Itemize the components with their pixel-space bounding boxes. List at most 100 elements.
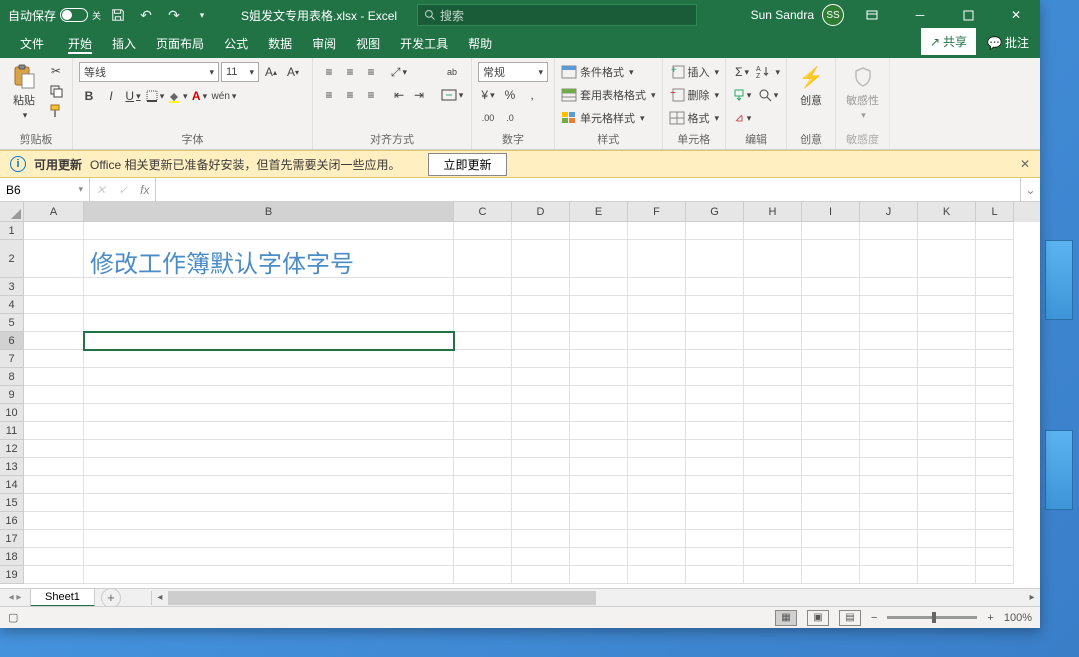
cell-J4[interactable]: [860, 296, 918, 314]
cell-K9[interactable]: [918, 386, 976, 404]
currency-icon[interactable]: ¥▾: [478, 85, 498, 105]
banner-close-icon[interactable]: ✕: [1020, 157, 1030, 171]
cell-H13[interactable]: [744, 458, 802, 476]
cell-E19[interactable]: [570, 566, 628, 584]
sensitivity-button[interactable]: 敏感性▾: [842, 62, 883, 123]
cell-D13[interactable]: [512, 458, 570, 476]
row-header-14[interactable]: 14: [0, 476, 24, 494]
cell-E6[interactable]: [570, 332, 628, 350]
cell-D7[interactable]: [512, 350, 570, 368]
cell-A19[interactable]: [24, 566, 84, 584]
row-header-16[interactable]: 16: [0, 512, 24, 530]
name-box[interactable]: B6▾: [0, 178, 90, 201]
cell-I3[interactable]: [802, 278, 860, 296]
row-header-1[interactable]: 1: [0, 222, 24, 240]
fx-icon[interactable]: fx: [134, 183, 155, 197]
cell-F3[interactable]: [628, 278, 686, 296]
cell-G2[interactable]: [686, 240, 744, 278]
cell-E1[interactable]: [570, 222, 628, 240]
cell-A16[interactable]: [24, 512, 84, 530]
formula-input[interactable]: [156, 178, 1020, 201]
cell-C15[interactable]: [454, 494, 512, 512]
cell-F18[interactable]: [628, 548, 686, 566]
cell-D8[interactable]: [512, 368, 570, 386]
cell-B9[interactable]: [84, 386, 454, 404]
cell-G17[interactable]: [686, 530, 744, 548]
cell-I16[interactable]: [802, 512, 860, 530]
merge-button[interactable]: ▾: [439, 85, 465, 105]
cell-B4[interactable]: [84, 296, 454, 314]
row-header-13[interactable]: 13: [0, 458, 24, 476]
cell-C8[interactable]: [454, 368, 512, 386]
row-header-11[interactable]: 11: [0, 422, 24, 440]
cell-I18[interactable]: [802, 548, 860, 566]
col-header-L[interactable]: L: [976, 202, 1014, 222]
cell-F15[interactable]: [628, 494, 686, 512]
cell-A11[interactable]: [24, 422, 84, 440]
cell-C13[interactable]: [454, 458, 512, 476]
cell-C17[interactable]: [454, 530, 512, 548]
align-middle-icon[interactable]: ≡: [340, 62, 360, 82]
sheet-nav-icon[interactable]: ◂ ▸: [0, 592, 30, 603]
cell-I15[interactable]: [802, 494, 860, 512]
scroll-right-icon[interactable]: ▸: [1024, 592, 1040, 603]
cell-F19[interactable]: [628, 566, 686, 584]
cell-C12[interactable]: [454, 440, 512, 458]
col-header-G[interactable]: G: [686, 202, 744, 222]
cell-G14[interactable]: [686, 476, 744, 494]
cell-K14[interactable]: [918, 476, 976, 494]
row-header-19[interactable]: 19: [0, 566, 24, 584]
cell-A7[interactable]: [24, 350, 84, 368]
cell-K11[interactable]: [918, 422, 976, 440]
format-painter-icon[interactable]: [46, 102, 66, 120]
h-scrollbar[interactable]: [168, 591, 1024, 605]
col-header-D[interactable]: D: [512, 202, 570, 222]
cell-L3[interactable]: [976, 278, 1014, 296]
fill-color-button[interactable]: ▾: [167, 86, 188, 106]
cell-J18[interactable]: [860, 548, 918, 566]
autosave-toggle[interactable]: 自动保存 关: [8, 7, 101, 24]
cell-E8[interactable]: [570, 368, 628, 386]
sheet-tab-sheet1[interactable]: Sheet1: [30, 588, 95, 607]
increase-indent-icon[interactable]: ⇥: [409, 85, 429, 105]
cell-B16[interactable]: [84, 512, 454, 530]
cell-L17[interactable]: [976, 530, 1014, 548]
zoom-slider[interactable]: [887, 616, 977, 619]
cell-D14[interactable]: [512, 476, 570, 494]
cell-I6[interactable]: [802, 332, 860, 350]
cell-E9[interactable]: [570, 386, 628, 404]
fill-icon[interactable]: ▾: [732, 85, 752, 105]
cell-H2[interactable]: [744, 240, 802, 278]
cell-D11[interactable]: [512, 422, 570, 440]
cell-A3[interactable]: [24, 278, 84, 296]
row-header-10[interactable]: 10: [0, 404, 24, 422]
cell-J8[interactable]: [860, 368, 918, 386]
cell-G16[interactable]: [686, 512, 744, 530]
orientation-icon[interactable]: ⤢▾: [389, 62, 409, 82]
cell-K17[interactable]: [918, 530, 976, 548]
cell-A13[interactable]: [24, 458, 84, 476]
cell-B6[interactable]: [84, 332, 454, 350]
cell-G19[interactable]: [686, 566, 744, 584]
tab-review[interactable]: 审阅: [302, 30, 346, 58]
cell-K3[interactable]: [918, 278, 976, 296]
cell-C19[interactable]: [454, 566, 512, 584]
row-header-15[interactable]: 15: [0, 494, 24, 512]
cell-L2[interactable]: [976, 240, 1014, 278]
cell-D18[interactable]: [512, 548, 570, 566]
cell-A15[interactable]: [24, 494, 84, 512]
font-color-button[interactable]: A▾: [190, 86, 210, 106]
conditional-format-button[interactable]: 条件格式▾: [561, 62, 656, 82]
cell-J12[interactable]: [860, 440, 918, 458]
user-avatar[interactable]: SS: [822, 4, 844, 26]
decrease-font-icon[interactable]: A▾: [283, 62, 303, 82]
col-header-K[interactable]: K: [918, 202, 976, 222]
cell-I9[interactable]: [802, 386, 860, 404]
cell-H10[interactable]: [744, 404, 802, 422]
cell-G5[interactable]: [686, 314, 744, 332]
insert-cells-button[interactable]: +插入▾: [669, 62, 720, 82]
cell-A2[interactable]: [24, 240, 84, 278]
cell-I19[interactable]: [802, 566, 860, 584]
italic-button[interactable]: I: [101, 86, 121, 106]
cell-G18[interactable]: [686, 548, 744, 566]
